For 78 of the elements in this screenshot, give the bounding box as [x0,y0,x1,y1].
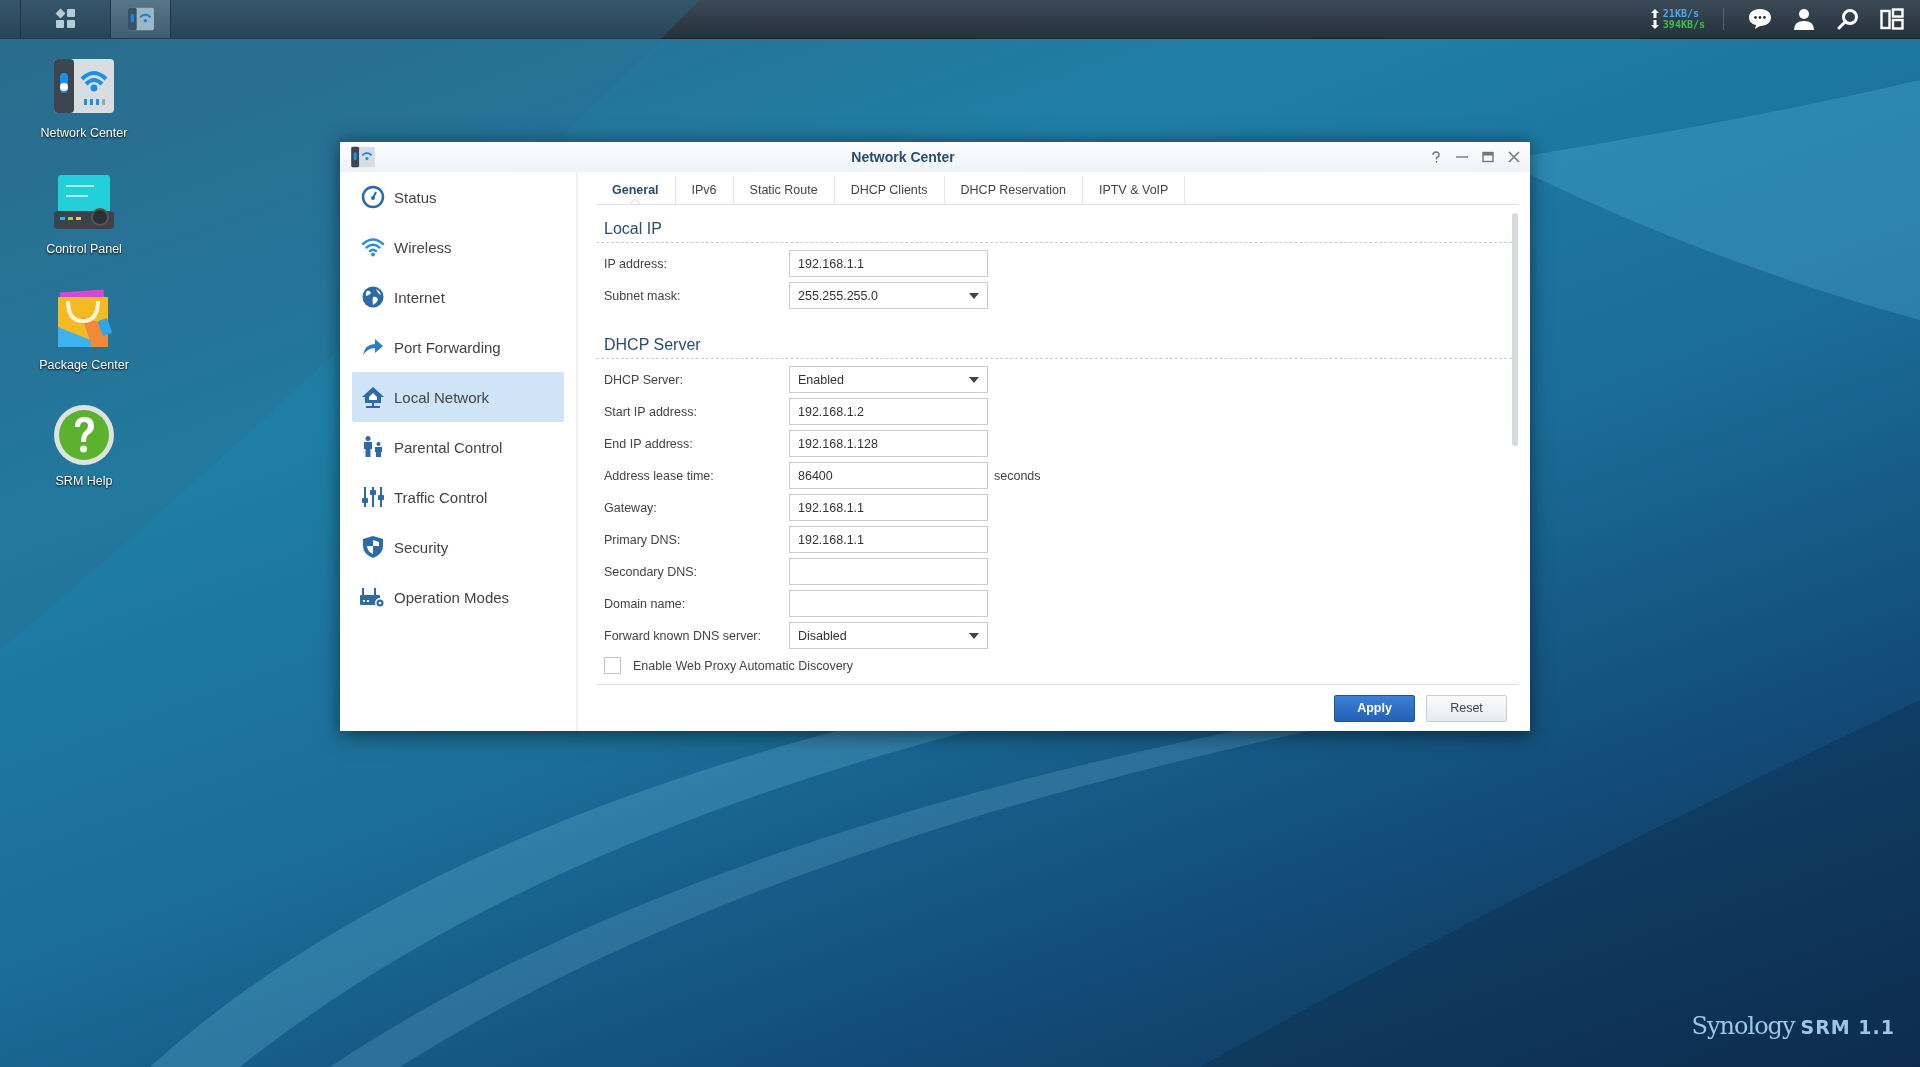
brand-logo: Synology [1691,1012,1795,1040]
globe-icon [361,285,385,309]
desktop-icon-label[interactable]: Package Center [39,357,129,373]
maximize-icon[interactable] [1482,151,1494,163]
taskbar-button[interactable] [111,0,171,38]
shield-icon [361,535,385,559]
sidebar-item[interactable]: Parental Control [352,422,564,472]
down-arrow-icon [1650,20,1659,29]
tab[interactable]: Static Route [733,176,835,204]
tab[interactable]: IPTV & VoIP [1082,176,1186,204]
caret-icon [969,292,979,299]
user-icon[interactable] [1793,8,1815,30]
checkbox-label[interactable]: Enable Web Proxy Automatic Discovery [633,658,853,673]
tab[interactable]: IPv6 [675,176,734,204]
dropdown[interactable]: Disabled [789,622,988,649]
field-label: IP address: [604,256,668,271]
wifi-icon [361,235,385,259]
checkbox[interactable] [604,657,621,674]
section-title: Local IP [604,219,662,238]
sidebar-item[interactable]: Security [352,522,564,572]
field-label: End IP address: [604,436,694,451]
field-label: Secondary DNS: [604,564,699,579]
field-label: Start IP address: [604,404,698,419]
input-field[interactable]: 192.168.1.1 [789,526,988,553]
sidebar-item[interactable]: Status [352,172,564,222]
router-app-icon [350,146,376,168]
sidebar-item[interactable]: Wireless [352,222,564,272]
sidebar-item[interactable]: Port Forwarding [352,322,564,372]
sidebar-item[interactable]: Internet [352,272,564,322]
field-label: Address lease time: [604,468,715,483]
sidebar-item[interactable]: Local Network [352,372,564,422]
router-app-icon [126,6,155,32]
house-icon [361,385,385,409]
upload-rate: 21KB/s [1662,8,1699,19]
reset-button[interactable]: Reset [1426,694,1507,722]
router-icon [360,585,386,609]
sidebar-item[interactable]: Operation Modes [352,572,564,622]
field-label: DHCP Server: [604,372,684,387]
dropdown[interactable]: 255.255.255.0 [789,282,988,309]
field-label: Primary DNS: [604,532,682,547]
input-field[interactable] [789,590,988,617]
input-field[interactable]: 192.168.1.2 [789,398,988,425]
desktop-icon-label[interactable]: SRM Help [39,473,129,489]
caret-icon [969,376,979,383]
layout-icon[interactable] [1880,8,1904,30]
input-field[interactable]: 86400 [789,462,988,489]
grid-icon [54,8,77,30]
sliders-icon [361,485,385,509]
download-rate: 394KB/s [1662,19,1705,30]
chat-icon[interactable] [1748,8,1772,30]
input-field[interactable]: 192.168.1.1 [789,494,988,521]
desktop-icon-label[interactable]: Control Panel [39,241,129,257]
dropdown[interactable]: Enabled [789,366,988,393]
up-arrow-icon [1650,9,1659,18]
gauge-icon [361,185,385,209]
desktop-icon-label[interactable]: Network Center [39,125,129,141]
sidebar-item[interactable]: Traffic Control [352,472,564,522]
field-label: Gateway: [604,500,658,515]
section-title: DHCP Server [604,335,701,354]
people-icon [361,435,385,459]
help-icon[interactable] [1430,151,1442,163]
help-icon[interactable] [52,403,116,467]
field-label: Domain name: [604,596,687,611]
window-title: Network Center [850,149,956,165]
input-field[interactable] [789,558,988,585]
input-field[interactable]: 192.168.1.1 [789,250,988,277]
field-label: Subnet mask: [604,288,682,303]
tab[interactable]: DHCP Clients [834,176,945,204]
input-field[interactable]: 192.168.1.128 [789,430,988,457]
product-name: SRM 1.1 [1800,1016,1895,1038]
close-icon[interactable] [1508,151,1520,163]
field-label: Forward known DNS server: [604,628,762,643]
search-icon[interactable] [1837,8,1859,30]
unit-label: seconds [994,468,1041,483]
apply-button[interactable]: Apply [1334,694,1415,722]
tab[interactable]: General [596,176,676,204]
tab[interactable]: DHCP Reservation [944,176,1083,204]
scrollbar[interactable] [1512,213,1518,446]
